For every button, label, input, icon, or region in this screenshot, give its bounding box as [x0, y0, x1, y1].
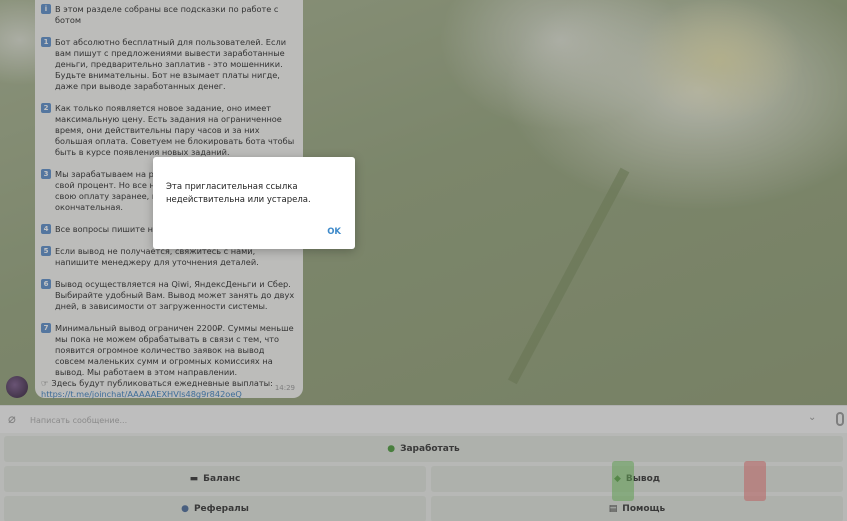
alert-dialog: Эта пригласительная ссылка недействитель… — [153, 157, 355, 249]
modal-backdrop[interactable] — [0, 0, 847, 521]
dialog-message: Эта пригласительная ссылка недействитель… — [166, 182, 311, 205]
ok-button[interactable]: OK — [327, 227, 341, 237]
